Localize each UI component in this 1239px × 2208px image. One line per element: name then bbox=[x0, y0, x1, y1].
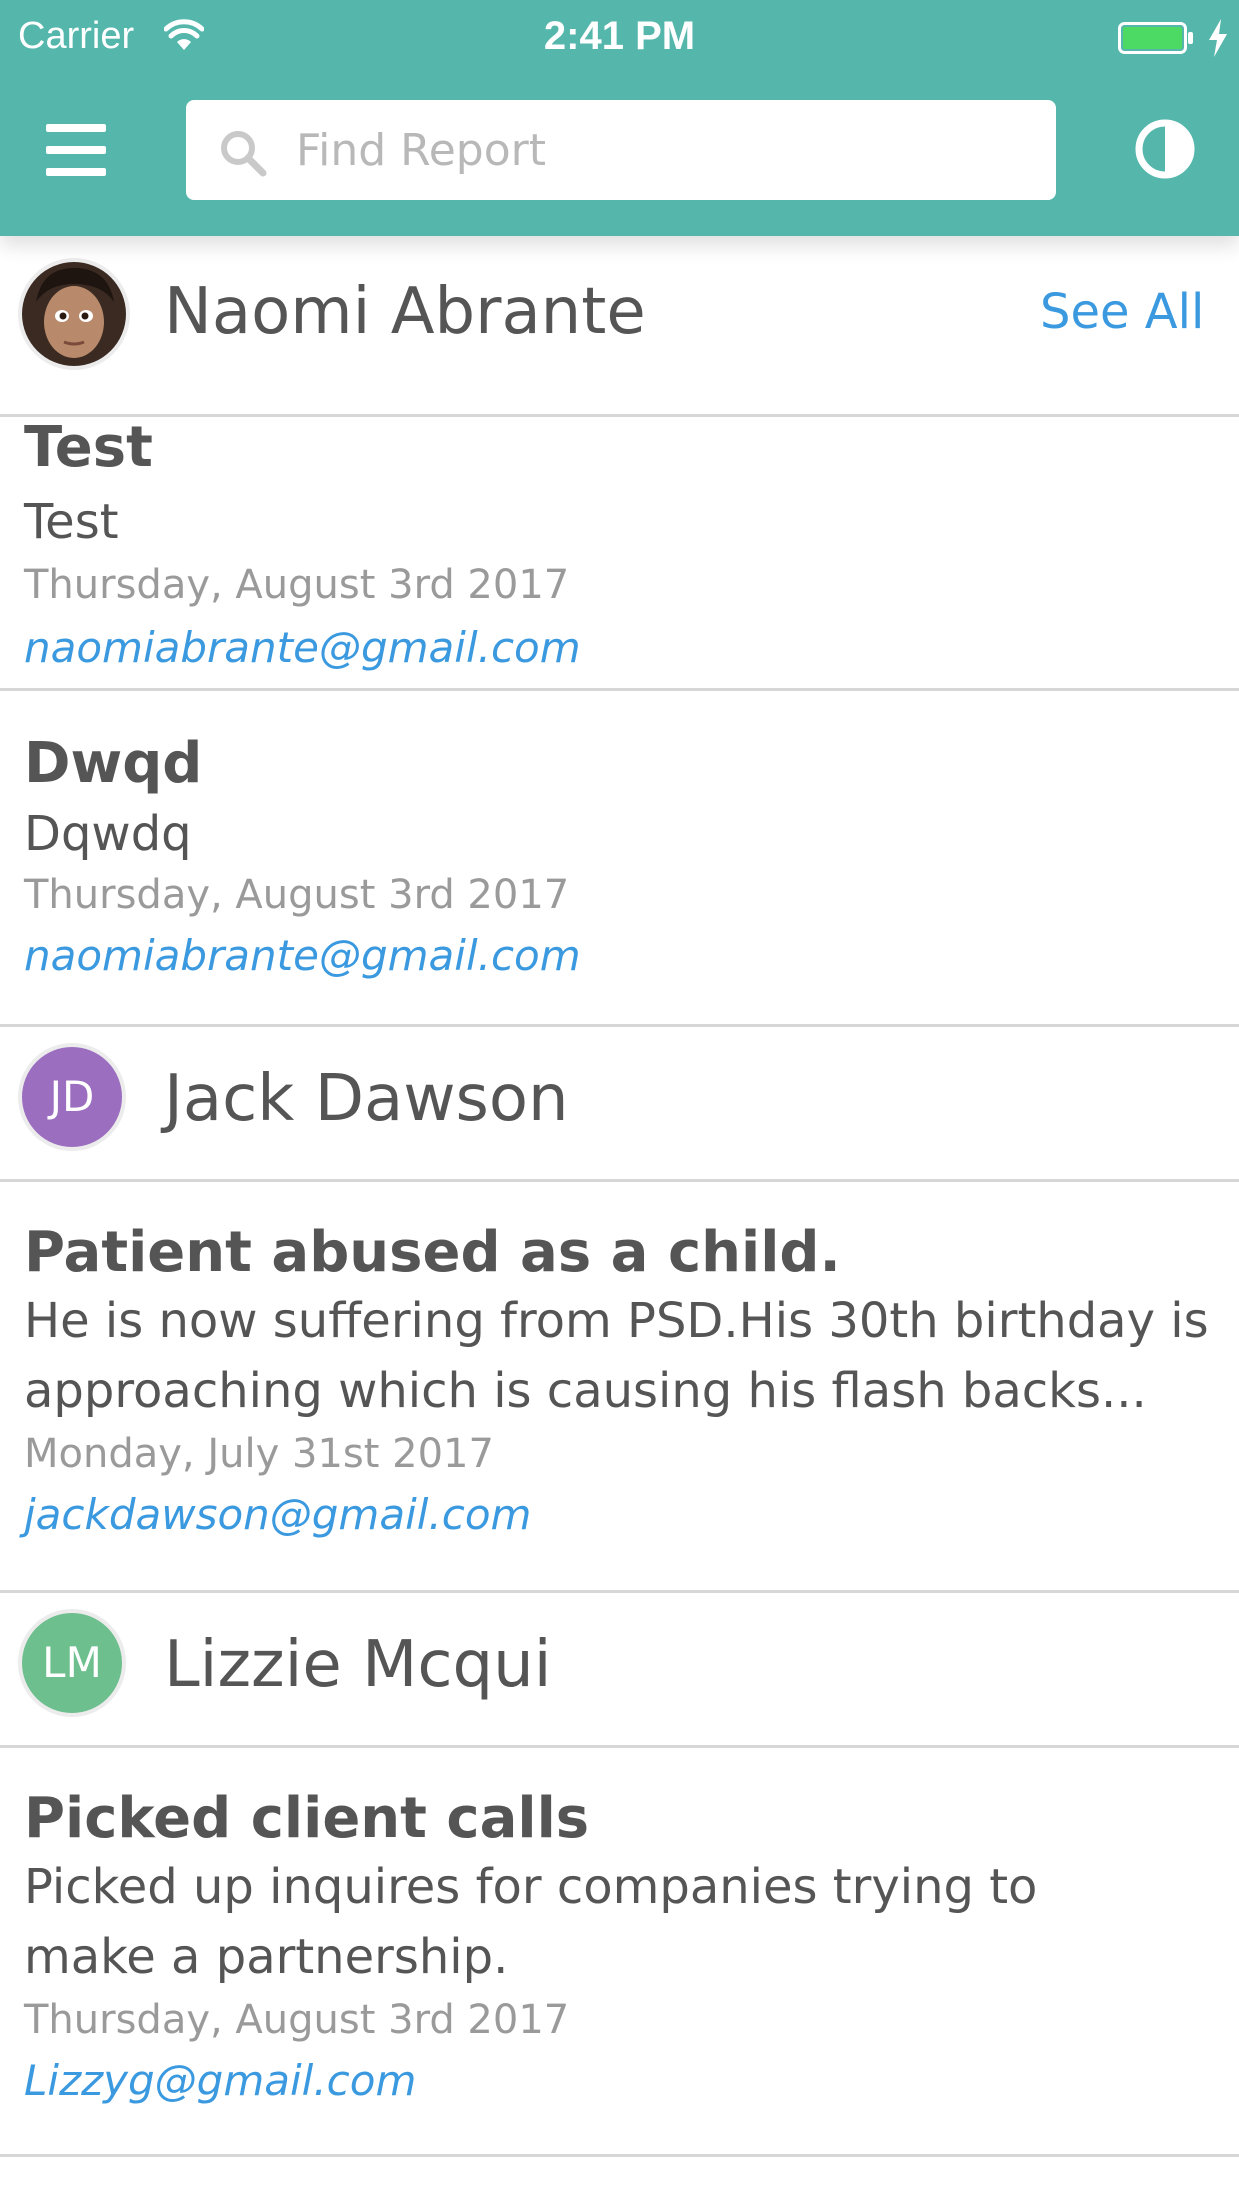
report-date: Thursday, August 3rd 2017 bbox=[24, 562, 570, 608]
avatar bbox=[18, 258, 130, 370]
section-header-jack: JD Jack Dawson bbox=[0, 1027, 1239, 1179]
divider bbox=[0, 2154, 1239, 2157]
charging-icon bbox=[1209, 19, 1227, 57]
see-all-link[interactable]: See All bbox=[1040, 282, 1204, 342]
report-email[interactable]: Lizzyg@gmail.com bbox=[24, 2054, 416, 2108]
report-title: Dwqd bbox=[24, 731, 203, 796]
avatar-initials: LM bbox=[42, 1638, 102, 1687]
search-bar[interactable] bbox=[186, 100, 1056, 200]
report-date: Thursday, August 3rd 2017 bbox=[24, 872, 570, 918]
report-list[interactable]: Naomi Abrante See All Test Test Test Thu… bbox=[0, 236, 1239, 2208]
menu-icon[interactable] bbox=[42, 120, 110, 180]
report-title: Test bbox=[24, 415, 153, 480]
search-icon bbox=[221, 131, 267, 177]
contrast-icon[interactable] bbox=[1134, 118, 1196, 180]
app-header: Carrier 2:41 PM bbox=[0, 0, 1239, 236]
avatar: LM bbox=[18, 1609, 126, 1717]
user-name: Naomi Abrante bbox=[164, 275, 646, 349]
report-title: Picked client calls bbox=[24, 1786, 590, 1851]
report-email[interactable]: jackdawson@gmail.com bbox=[24, 1488, 531, 1542]
status-time: 2:41 PM bbox=[543, 14, 696, 58]
battery-icon bbox=[1118, 22, 1193, 54]
avatar: JD bbox=[18, 1043, 126, 1151]
reports-screen: Carrier 2:41 PM Find Report Naomi Abrant… bbox=[0, 0, 1239, 2208]
report-item[interactable]: Picked client calls Picked up inquires f… bbox=[0, 1748, 1239, 2163]
report-title: Patient abused as a child. bbox=[24, 1220, 841, 1285]
section-header-naomi: Naomi Abrante See All bbox=[0, 236, 1239, 388]
report-date: Monday, July 31st 2017 bbox=[24, 1431, 494, 1477]
report-email[interactable]: naomiabrante@gmail.com bbox=[24, 929, 581, 983]
divider bbox=[0, 414, 1239, 417]
report-body: Dqwdq bbox=[24, 806, 192, 862]
user-name: Lizzie Mcqui bbox=[164, 1628, 552, 1702]
report-item[interactable]: Dwqd Dqwdq Thursday, August 3rd 2017 nao… bbox=[0, 691, 1239, 1026]
report-email[interactable]: naomiabrante@gmail.com bbox=[24, 621, 581, 675]
section-header-lizzie: LM Lizzie Mcqui bbox=[0, 1593, 1239, 1745]
report-date: Thursday, August 3rd 2017 bbox=[24, 1997, 570, 2043]
search-input[interactable] bbox=[296, 100, 1016, 200]
avatar-initials: JD bbox=[49, 1072, 95, 1121]
status-bar: Carrier 2:41 PM bbox=[0, 0, 1239, 72]
user-name: Jack Dawson bbox=[164, 1062, 569, 1136]
user-photo-avatar bbox=[22, 262, 126, 366]
report-body: He is now suffering from PSD.His 30th bi… bbox=[24, 1293, 1209, 1419]
report-body: Test bbox=[24, 494, 119, 550]
report-body: Picked up inquires for companies trying … bbox=[24, 1859, 1038, 1985]
